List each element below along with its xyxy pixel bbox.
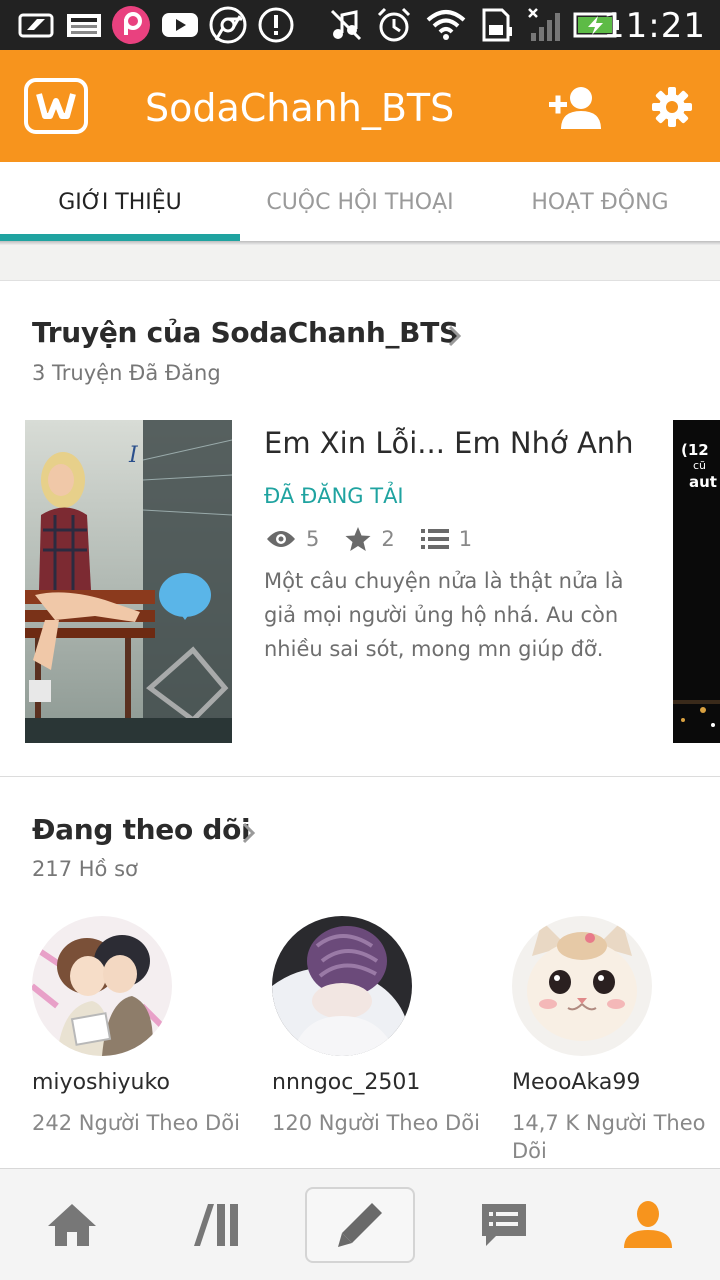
home-icon bbox=[48, 1204, 96, 1246]
star-icon bbox=[345, 527, 371, 551]
story-status: ĐÃ ĐĂNG TẢI bbox=[264, 484, 404, 508]
sd-card-icon bbox=[476, 7, 516, 43]
signal-icon bbox=[524, 7, 564, 43]
profile-followers: 242 Người Theo Dõi bbox=[32, 1111, 240, 1135]
tab-conversations[interactable]: CUỘC HỘI THOẠI bbox=[240, 162, 480, 242]
chrome-icon bbox=[208, 6, 248, 44]
profile-followers: 14,7 K Người Theo Dõi bbox=[512, 1111, 706, 1163]
screenshot-icon bbox=[16, 7, 56, 43]
avatar[interactable] bbox=[32, 916, 172, 1056]
youtube-icon bbox=[160, 7, 200, 43]
tab-activity[interactable]: HOẠT ĐỘNG bbox=[480, 162, 720, 242]
story-description: Một câu chuyện nửa là thật nửa là giả mọ… bbox=[264, 569, 624, 661]
settings-icon bbox=[652, 87, 692, 127]
nav-library-button[interactable] bbox=[161, 1187, 271, 1263]
following-profile[interactable]: miyoshiyuko 242 Người Theo Dõi bbox=[32, 916, 252, 1137]
profile-name[interactable]: MeooAka99 bbox=[512, 1070, 720, 1095]
profile-icon bbox=[624, 1201, 672, 1248]
vote-count: 2 bbox=[381, 527, 395, 551]
part-count: 1 bbox=[458, 527, 473, 551]
next-cover-line-2: cũ bbox=[693, 459, 707, 472]
picsart-icon bbox=[111, 6, 151, 44]
profile-username: SodaChanh_BTS bbox=[145, 86, 455, 130]
story-cover[interactable]: I miss you bbox=[25, 420, 232, 743]
section-divider bbox=[0, 776, 720, 777]
view-count: 5 bbox=[306, 527, 320, 551]
chevron-right-icon[interactable] bbox=[238, 819, 260, 847]
app-bar: SodaChanh_BTS bbox=[0, 50, 720, 162]
active-tab-indicator bbox=[0, 234, 240, 241]
next-story-cover[interactable]: (12 cũ aut bbox=[673, 420, 720, 743]
wattpad-logo[interactable] bbox=[24, 78, 88, 134]
status-bar: 11:21 bbox=[0, 0, 720, 50]
section-gap bbox=[0, 245, 720, 281]
list-icon bbox=[420, 529, 449, 549]
profile-name[interactable]: nnngoc_2501 bbox=[272, 1070, 492, 1095]
alert-icon bbox=[256, 7, 296, 43]
next-cover-line-1: (12 bbox=[681, 441, 709, 459]
bottom-navigation bbox=[0, 1168, 720, 1280]
alarm-icon bbox=[374, 7, 414, 43]
following-section-title[interactable]: Đang theo dõi bbox=[32, 813, 251, 846]
nav-profile-button[interactable] bbox=[593, 1187, 703, 1263]
following-count: 217 Hồ sơ bbox=[32, 857, 138, 881]
following-profile[interactable]: nnngoc_2501 120 Người Theo Dõi bbox=[272, 916, 492, 1137]
tab-about[interactable]: GIỚI THIỆU bbox=[0, 162, 240, 242]
write-icon bbox=[338, 1203, 382, 1247]
profile-tabs: GIỚI THIỆU CUỘC HỘI THOẠI HOẠT ĐỘNG bbox=[0, 162, 720, 242]
settings-button[interactable] bbox=[642, 82, 702, 132]
next-cover-line-3: aut bbox=[689, 473, 717, 491]
add-friend-icon bbox=[549, 87, 601, 129]
following-profile[interactable]: MeooAka99 14,7 K Người Theo Dõi bbox=[512, 916, 720, 1165]
clock: 11:21 bbox=[603, 6, 706, 46]
library-icon bbox=[194, 1204, 238, 1246]
svg-text:I: I bbox=[128, 443, 139, 468]
wifi-icon bbox=[424, 7, 468, 43]
messages-icon bbox=[482, 1204, 526, 1246]
profile-followers: 120 Người Theo Dõi bbox=[272, 1111, 480, 1135]
nav-messages-button[interactable] bbox=[449, 1187, 559, 1263]
add-friend-button[interactable] bbox=[546, 82, 606, 132]
chevron-right-icon[interactable] bbox=[444, 322, 466, 350]
nav-home-button[interactable] bbox=[17, 1187, 127, 1263]
music-muted-icon bbox=[326, 7, 366, 43]
eye-icon bbox=[267, 531, 295, 547]
avatar[interactable] bbox=[512, 916, 652, 1056]
story-title[interactable]: Em Xin Lỗi... Em Nhớ Anh bbox=[264, 426, 634, 460]
profile-name[interactable]: miyoshiyuko bbox=[32, 1070, 252, 1095]
image-icon bbox=[64, 7, 104, 43]
story-stats: 5 2 1 bbox=[266, 524, 498, 554]
stories-count: 3 Truyện Đã Đăng bbox=[32, 361, 221, 385]
avatar[interactable] bbox=[272, 916, 412, 1056]
stories-section-title[interactable]: Truyện của SodaChanh_BTS bbox=[32, 316, 459, 349]
nav-write-button[interactable] bbox=[305, 1187, 415, 1263]
